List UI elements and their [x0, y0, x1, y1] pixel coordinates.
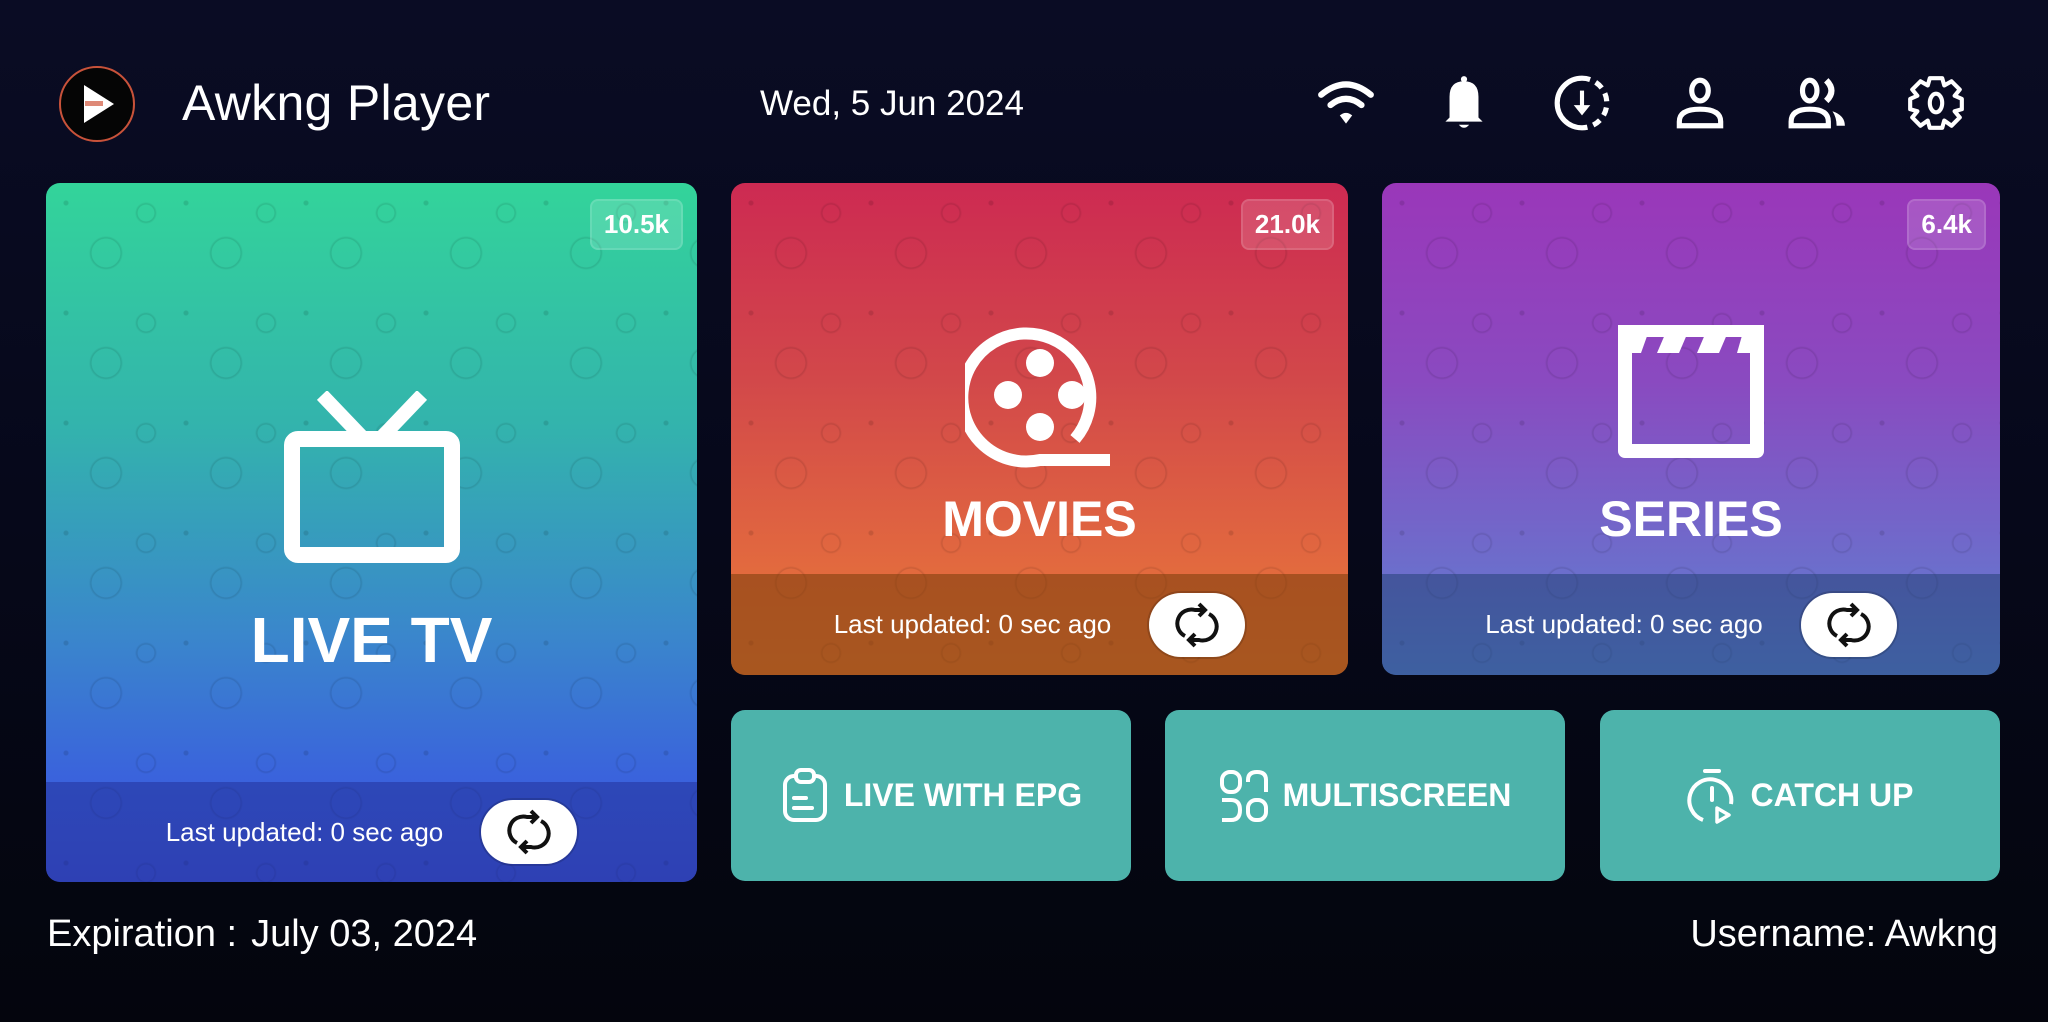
refresh-icon [1175, 602, 1219, 647]
wifi-icon [1318, 81, 1374, 124]
count-badge: 21.0k [1240, 199, 1334, 250]
clipboard-icon [782, 767, 827, 822]
tile-live-tv[interactable]: 10.5k LIVE TV Last updated: 0 sec ago [46, 183, 697, 882]
multiscreen-button[interactable]: MULTISCREEN [1165, 710, 1565, 881]
settings-button[interactable] [1900, 70, 1972, 136]
current-date: Wed, 5 Jun 2024 [760, 84, 1024, 123]
action-label: CATCH UP [1750, 777, 1914, 813]
wifi-button[interactable] [1310, 70, 1382, 136]
refresh-icon [1827, 602, 1871, 647]
tile-series[interactable]: 6.4k SERIES Last updated: 0 sec ago [1382, 183, 2000, 675]
live-with-epg-button[interactable]: LIVE WITH EPG [731, 710, 1131, 881]
refresh-button[interactable] [481, 800, 578, 864]
last-updated-text: Last updated: 0 sec ago [833, 609, 1112, 639]
bell-icon [1445, 76, 1483, 128]
film-reel-icon [964, 327, 1110, 468]
refresh-button[interactable] [1149, 592, 1246, 657]
settings-icon [1908, 76, 1964, 130]
tile-label: MOVIES [942, 491, 1137, 547]
stopwatch-play-icon [1686, 768, 1733, 824]
catch-up-button[interactable]: CATCH UP [1600, 710, 2000, 881]
count-badge: 10.5k [589, 199, 683, 250]
count-badge: 6.4k [1907, 199, 1986, 250]
grid-icon [1219, 769, 1268, 822]
profile-icon [1676, 77, 1724, 129]
tile-label: SERIES [1599, 491, 1783, 547]
action-label: MULTISCREEN [1282, 777, 1512, 813]
download-icon [1554, 75, 1610, 131]
tile-footer: Last updated: 0 sec ago [46, 782, 697, 882]
users-icon [1788, 77, 1845, 129]
notifications-button[interactable] [1428, 70, 1500, 136]
tile-label: LIVE TV [250, 604, 493, 676]
download-button[interactable] [1546, 70, 1618, 136]
expiration-info: Expiration : July 03, 2024 [47, 913, 477, 956]
last-updated-text: Last updated: 0 sec ago [1485, 609, 1763, 639]
clapperboard-icon [1618, 325, 1764, 458]
tile-footer: Last updated: 0 sec ago [1382, 574, 2000, 675]
tile-footer: Last updated: 0 sec ago [731, 574, 1348, 675]
refresh-button[interactable] [1800, 592, 1897, 657]
profile-button[interactable] [1664, 70, 1736, 136]
tv-icon [283, 391, 460, 563]
expiration-label: Expiration : [47, 913, 238, 955]
username-info: Username: Awkng [1690, 913, 1998, 955]
header-toolbar [1310, 70, 2018, 136]
refresh-icon [507, 809, 551, 855]
app-logo [59, 66, 135, 142]
users-button[interactable] [1782, 70, 1854, 136]
action-label: LIVE WITH EPG [843, 777, 1083, 813]
last-updated-text: Last updated: 0 sec ago [165, 816, 444, 847]
tile-movies[interactable]: 21.0k MOVIES Last updated: 0 sec ago [731, 183, 1348, 675]
play-logo-icon [84, 85, 114, 123]
expiration-date: July 03, 2024 [251, 913, 478, 955]
app-title: Awkng Player [182, 75, 491, 131]
